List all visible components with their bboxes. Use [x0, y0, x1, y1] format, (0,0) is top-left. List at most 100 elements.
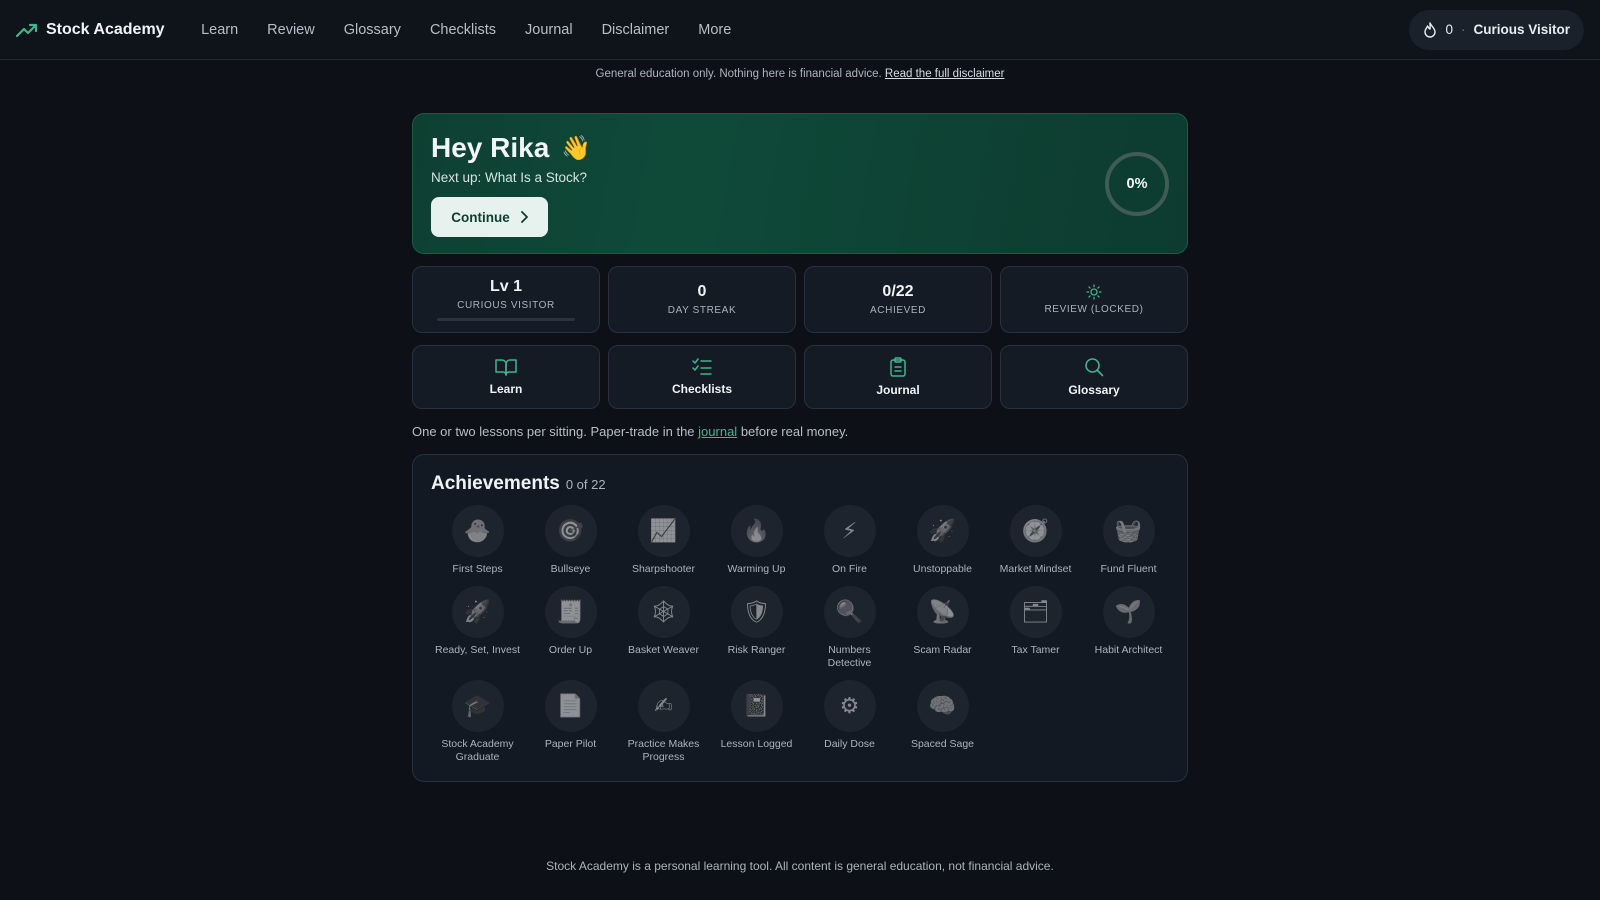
- tile-checklists[interactable]: Checklists: [608, 345, 796, 409]
- achievement-badge[interactable]: ⚡ On Fire: [803, 505, 896, 576]
- achievement-badge[interactable]: 🧾 Order Up: [524, 586, 617, 670]
- achievement-badge[interactable]: 📈 Sharpshooter: [617, 505, 710, 576]
- tile-journal[interactable]: Journal: [804, 345, 992, 409]
- badge-glyph-icon: 🌱: [1114, 599, 1143, 624]
- achievement-badge-label: Fund Fluent: [1100, 563, 1157, 575]
- tile-checklists-label: Checklists: [671, 382, 733, 396]
- book-icon: [495, 359, 517, 376]
- nav-link-more[interactable]: More: [684, 22, 746, 38]
- achievement-badge[interactable]: 🚀 Ready, Set, Invest: [431, 586, 524, 670]
- achievement-badge[interactable]: 📄 Paper Pilot: [524, 680, 617, 764]
- achievement-badge-icon: 📄: [544, 680, 597, 732]
- achievement-badge-icon: 📈: [637, 505, 690, 557]
- achievement-badge[interactable]: 🧺 Fund Fluent: [1082, 505, 1175, 576]
- achievements-panel: Achievements 0 of 22 🐣 First Steps 🎯 Bullse…: [412, 454, 1188, 782]
- achievement-badge[interactable]: 🧠 Spaced Sage: [896, 680, 989, 764]
- top-nav: Stock Academy Learn Review Glossary Chec…: [0, 0, 1600, 60]
- nav-link-journal[interactable]: Journal: [511, 22, 588, 38]
- welcome-hero: Hey Rika 👋 Next up: What Is a Stock? Con…: [412, 113, 1188, 254]
- badge-glyph-icon: 🧺: [1114, 518, 1143, 543]
- achievement-badge-label: On Fire: [831, 563, 867, 575]
- badge-glyph-icon: 🧠: [928, 693, 957, 718]
- achievement-badge-label: Lesson Logged: [720, 738, 793, 750]
- tip-after: before real money.: [740, 424, 849, 439]
- progress-ring: 0%: [1105, 152, 1169, 216]
- profile-chip[interactable]: 0 · Curious Visitor: [1409, 9, 1584, 50]
- nav-link-learn[interactable]: Learn: [187, 22, 253, 38]
- badge-glyph-icon: ⚙: [839, 693, 860, 718]
- achievement-badge-icon: 🚀: [451, 586, 504, 638]
- achievement-badge-label: Order Up: [548, 644, 593, 656]
- achievement-badge[interactable]: 🧭 Market Mindset: [989, 505, 1082, 576]
- achievement-badge[interactable]: 🛡 Risk Ranger: [710, 586, 803, 670]
- achievement-badge-label: Sharpshooter: [631, 563, 696, 575]
- achievement-badge-icon: 🔍: [823, 586, 876, 638]
- achievement-badge-label: Spaced Sage: [910, 738, 975, 750]
- tile-glossary[interactable]: Glossary: [1000, 345, 1188, 409]
- achievement-badge-icon: ⚙: [823, 680, 876, 732]
- badge-glyph-icon: 🛡: [742, 599, 771, 624]
- journal-link[interactable]: journal: [698, 424, 737, 439]
- study-tip: One or two lessons per sitting. Paper-tr…: [412, 424, 1188, 439]
- nav-links: Learn Review Glossary Checklists Journal…: [187, 22, 746, 38]
- achievement-badge-icon: 🧠: [916, 680, 969, 732]
- achievement-badge[interactable]: 🎯 Bullseye: [524, 505, 617, 576]
- achievement-badge[interactable]: 🕸 Basket Weaver: [617, 586, 710, 670]
- achievement-badge[interactable]: 🌱 Habit Architect: [1082, 586, 1175, 670]
- disclaimer-link[interactable]: Read the full disclaimer: [885, 68, 1005, 80]
- achievement-badge[interactable]: 🚀 Unstoppable: [896, 505, 989, 576]
- nav-link-review[interactable]: Review: [253, 22, 330, 38]
- trending-up-icon: [16, 23, 38, 37]
- tile-journal-label: Journal: [876, 383, 920, 397]
- badge-glyph-icon: 📄: [556, 693, 585, 718]
- achievement-badge[interactable]: 🎓 Stock Academy Graduate: [431, 680, 524, 764]
- achievement-badge[interactable]: ✍ Practice Makes Progress: [617, 680, 710, 764]
- achievement-grid: 🐣 First Steps 🎯 Bullseye 📈 Sharpshooter 🔥 Warmi…: [431, 505, 1169, 764]
- achievement-badge-icon: 🧭: [1009, 505, 1062, 557]
- nav-link-disclaimer[interactable]: Disclaimer: [587, 22, 684, 38]
- achievement-badge-icon: 🧾: [544, 586, 597, 638]
- badge-glyph-icon: 🔍: [835, 599, 864, 624]
- achievement-badge-label: Habit Architect: [1094, 644, 1163, 656]
- tile-glossary-label: Glossary: [1068, 383, 1120, 397]
- achievement-badge-label: Ready, Set, Invest: [434, 644, 520, 656]
- wave-icon: 👋: [561, 134, 592, 162]
- flame-icon: [1424, 21, 1437, 38]
- achievement-badge-icon: 🕸: [637, 586, 690, 638]
- stat-review-label: Review (locked): [1044, 304, 1144, 315]
- nav-link-glossary[interactable]: Glossary: [329, 22, 415, 38]
- badge-glyph-icon: 🗂: [1021, 599, 1050, 624]
- tile-learn-label: Learn: [489, 382, 523, 396]
- achievement-badge-label: Market Mindset: [999, 563, 1072, 575]
- achievement-badge[interactable]: 📡 Scam Radar: [896, 586, 989, 670]
- badge-glyph-icon: 🔥: [742, 518, 771, 543]
- achievement-badge-label: Tax Tamer: [1011, 644, 1060, 656]
- achievement-badge-label: Unstoppable: [913, 563, 972, 575]
- greeting-heading: Hey Rika 👋: [431, 132, 1169, 164]
- achievement-badge[interactable]: 🔍 Numbers Detective: [803, 586, 896, 670]
- achievement-badge[interactable]: 📓 Lesson Logged: [710, 680, 803, 764]
- achievement-badge-icon: 🗂: [1009, 586, 1062, 638]
- sun-icon: [1086, 284, 1102, 300]
- brand-home-link[interactable]: Stock Academy: [16, 21, 165, 39]
- continue-button[interactable]: Continue: [431, 197, 548, 237]
- badge-glyph-icon: 🎓: [463, 693, 492, 718]
- stat-level-value: Lv 1: [489, 278, 522, 295]
- next-up-text: Next up: What Is a Stock?: [431, 170, 588, 185]
- chevron-right-icon: [520, 211, 528, 223]
- tile-learn[interactable]: Learn: [412, 345, 600, 409]
- nav-link-checklists[interactable]: Checklists: [415, 22, 510, 38]
- badge-glyph-icon: 🚀: [928, 518, 957, 543]
- achievement-badge[interactable]: 🔥 Warming Up: [710, 505, 803, 576]
- achievement-badge[interactable]: 🗂 Tax Tamer: [989, 586, 1082, 670]
- achievement-badge-label: Bullseye: [550, 563, 591, 575]
- achievement-badge[interactable]: 🐣 First Steps: [431, 505, 524, 576]
- greeting-text: Hey Rika: [431, 132, 550, 163]
- achievement-badge-label: Scam Radar: [913, 644, 972, 656]
- badge-glyph-icon: ✍: [654, 693, 673, 718]
- separator-dot: ·: [1460, 22, 1466, 37]
- achievement-badge-label: Practice Makes Progress: [627, 738, 700, 763]
- achievement-badge-icon: ✍: [637, 680, 690, 732]
- achievement-badge-label: Daily Dose: [824, 738, 875, 750]
- achievement-badge[interactable]: ⚙ Daily Dose: [803, 680, 896, 764]
